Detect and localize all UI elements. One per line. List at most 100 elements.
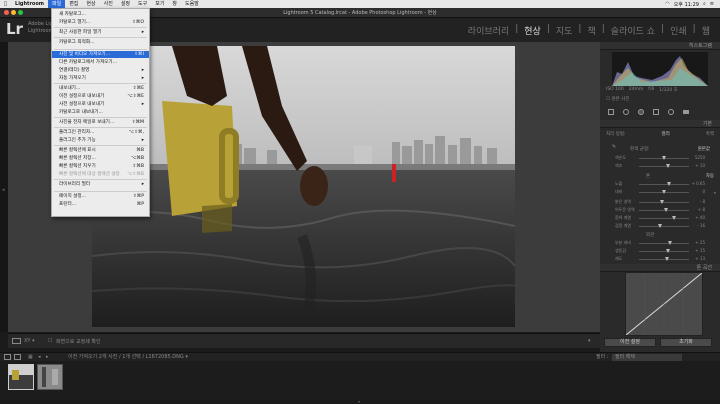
wb-select[interactable]: 원본값: [698, 146, 710, 152]
module-library[interactable]: 라이브러리: [468, 24, 509, 37]
menu-edit[interactable]: 편집: [65, 0, 82, 8]
file-menu-item-shortcut: ▸: [141, 182, 144, 187]
tint-slider[interactable]: 색조 + 10: [615, 163, 705, 170]
tone-curve-header[interactable]: 톤 곡선: [600, 264, 720, 272]
treatment-color[interactable]: 컬러: [661, 131, 669, 137]
bottom-panel-toggle-icon[interactable]: ▾: [358, 399, 360, 404]
zoom-window-icon[interactable]: [18, 10, 23, 15]
list-icon[interactable]: ≡: [710, 1, 714, 8]
file-menu-item-label: 라이브러리 필터: [59, 182, 91, 187]
file-menu-item[interactable]: 카탈로그로 내보내기...: [52, 109, 149, 116]
before-after-icon[interactable]: XY ▾: [24, 338, 35, 344]
menu-view[interactable]: 보기: [151, 0, 168, 8]
whites-slider[interactable]: 흰색 계열 + 40: [615, 215, 705, 222]
temp-slider[interactable]: 색온도 5250: [615, 155, 705, 162]
module-map[interactable]: 지도: [556, 24, 573, 37]
photo-image: [92, 46, 515, 327]
shadows-slider[interactable]: 어두운 영역 + 8: [615, 207, 705, 214]
menu-help[interactable]: 도움말: [181, 0, 203, 8]
menu-file[interactable]: 파일: [48, 0, 66, 8]
module-web[interactable]: 웹: [702, 24, 710, 37]
red-eye-icon[interactable]: [638, 109, 644, 115]
thumbnail-2[interactable]: [37, 364, 63, 390]
photo-preview[interactable]: [92, 46, 515, 327]
blacks-slider[interactable]: 검정 계열 - 16: [615, 223, 705, 230]
file-menu-item[interactable]: 빠른 컬렉션 저장... ⌥⌘B: [52, 155, 149, 162]
contrast-slider[interactable]: 대비 0: [615, 189, 705, 196]
module-book[interactable]: 책: [587, 24, 595, 37]
basic-panel-header[interactable]: 기본: [600, 120, 720, 128]
file-menu-item[interactable]: 내보내기... ⇧⌘E: [52, 85, 149, 92]
menu-tools[interactable]: 도구: [134, 0, 151, 8]
radial-filter-icon[interactable]: [668, 109, 674, 115]
file-menu-item[interactable]: 플러그인 관리자... ⌥⇧⌘,: [52, 129, 149, 136]
file-menu-item[interactable]: 카탈로그 열기... ⇧⌘O: [52, 19, 149, 26]
menu-photo[interactable]: 사진: [100, 0, 117, 8]
file-menu-item[interactable]: 페이지 설정... ⇧⌘P: [52, 193, 149, 200]
file-menu-item[interactable]: 사전 설정으로 내보내기 ▸: [52, 101, 149, 108]
focal-length: 24mm: [628, 87, 644, 92]
thumbnail-1[interactable]: [8, 364, 34, 390]
file-menu-item[interactable]: 자동 가져오기 ▸: [52, 75, 149, 82]
search-icon[interactable]: ⌕: [703, 1, 706, 8]
vibrance-slider[interactable]: 생동감 + 15: [615, 248, 705, 255]
graduated-filter-icon[interactable]: [653, 109, 659, 115]
file-menu-item[interactable]: 프린터... ⌘P: [52, 201, 149, 208]
histogram-header[interactable]: 히스토그램: [600, 42, 720, 50]
toolbar-menu-icon[interactable]: ▾: [588, 338, 591, 344]
wb-eyedropper-icon[interactable]: ✎: [612, 144, 616, 150]
file-menu-item[interactable]: 플러그인 추가 기능 ▸: [52, 137, 149, 144]
saturation-slider[interactable]: 채도 + 13: [615, 256, 705, 263]
previous-button[interactable]: 이전 설정: [604, 338, 656, 347]
exposure-value: + 0.65: [691, 181, 705, 186]
left-panel-collapsed[interactable]: ◂: [0, 42, 8, 332]
menu-develop[interactable]: 현상: [82, 0, 99, 8]
collapse-right-panel-icon[interactable]: ▸: [714, 190, 717, 196]
file-menu-item[interactable]: 빠른 컬렉션에 표시 ⌘B: [52, 147, 149, 154]
auto-tone-button[interactable]: 자동: [706, 173, 714, 179]
clock[interactable]: 오후 11:29: [674, 1, 699, 8]
wifi-icon[interactable]: ◠: [665, 1, 669, 8]
file-menu-item[interactable]: 카탈로그 최적화...: [52, 39, 149, 46]
menu-separator: [54, 117, 147, 118]
file-menu-item[interactable]: 사진을 전자 메일로 보내기... ⇧⌘M: [52, 119, 149, 126]
file-menu-item[interactable]: 연결(테더) 촬영 ▸: [52, 67, 149, 74]
file-menu-item[interactable]: 최근 사용한 파일 열기 ▸: [52, 29, 149, 36]
spot-removal-icon[interactable]: [623, 109, 629, 115]
menu-lightroom[interactable]: Lightroom: [11, 0, 48, 8]
treatment-bw[interactable]: 흑백: [706, 131, 714, 137]
original-photo-checkbox[interactable]: ☐ 원본 사진: [606, 96, 629, 102]
minimize-window-icon[interactable]: [11, 10, 16, 15]
expand-left-panel-icon[interactable]: ◂: [2, 187, 5, 193]
module-print[interactable]: 인쇄: [670, 24, 687, 37]
apple-icon[interactable]: : [0, 0, 11, 8]
filter-select[interactable]: 필터 해제: [612, 354, 682, 361]
loupe-view-icon[interactable]: [12, 338, 21, 344]
highlights-slider[interactable]: 밝은 영역 - 8: [615, 199, 705, 206]
file-menu-item-label: 플러그인 관리자...: [59, 130, 95, 135]
menu-window[interactable]: 창: [168, 0, 181, 8]
menu-settings[interactable]: 설정: [117, 0, 134, 8]
file-menu-item[interactable]: 이전 설정으로 내보내기 ⌥⇧⌘E: [52, 93, 149, 100]
crop-tool-icon[interactable]: [608, 109, 614, 115]
reset-button[interactable]: 초기화: [660, 338, 712, 347]
monitor-1-icon[interactable]: [4, 354, 11, 360]
original-photo-label: 원본 사진: [611, 97, 630, 102]
exposure-slider[interactable]: 노출 + 0.65: [615, 181, 705, 188]
soft-proof-checkbox[interactable]: ☐: [48, 338, 52, 344]
file-menu-item[interactable]: 라이브러리 필터 ▸: [52, 181, 149, 188]
file-menu-item[interactable]: 다른 카탈로그에서 가져오기...: [52, 59, 149, 66]
module-develop[interactable]: 현상: [524, 24, 541, 37]
module-slideshow[interactable]: 슬라이드 쇼: [611, 24, 655, 37]
monitor-2-icon[interactable]: [14, 354, 21, 360]
thumbnail-1-image: [9, 365, 33, 389]
tool-strip: [604, 106, 716, 118]
file-menu-item-label: 빠른 컬렉션에 대상 컬렉션 설정: [59, 172, 120, 177]
close-window-icon[interactable]: [4, 10, 9, 15]
adjustment-brush-icon[interactable]: [683, 110, 689, 114]
file-menu-item[interactable]: 사진 및 비디오 가져오기... ⇧⌘I: [52, 51, 149, 58]
file-menu-item[interactable]: 새 카탈로그...: [52, 11, 149, 18]
file-menu-item[interactable]: 빠른 컬렉션 지우기 ⇧⌘B: [52, 163, 149, 170]
tone-curve-graph[interactable]: [625, 272, 703, 336]
clarity-slider[interactable]: 부분 대비 + 25: [615, 240, 705, 247]
